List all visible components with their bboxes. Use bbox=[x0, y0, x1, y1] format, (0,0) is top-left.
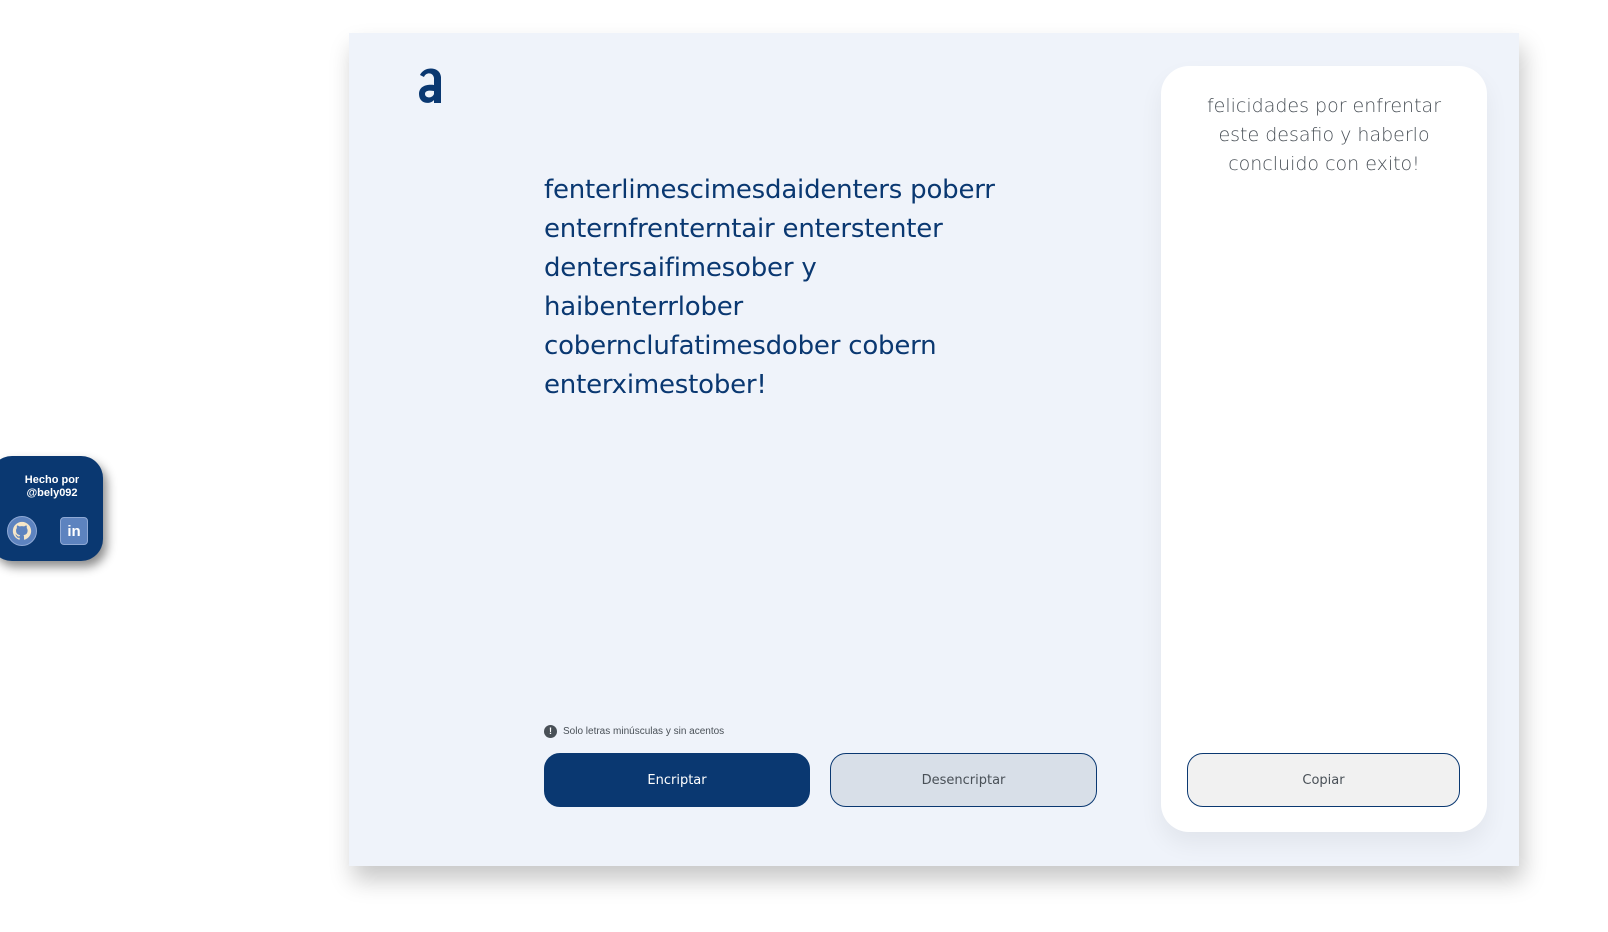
alura-a-logo-icon bbox=[416, 63, 446, 107]
linkedin-link[interactable]: in bbox=[60, 517, 88, 545]
author-credit: Hecho por @bely092 bbox=[2, 474, 102, 500]
hint-text: Solo letras minúsculas y sin acentos bbox=[563, 726, 725, 737]
copy-button[interactable]: Copiar bbox=[1187, 753, 1460, 807]
author-credit-line2: @bely092 bbox=[26, 487, 78, 499]
author-badge: Hecho por @bely092 in bbox=[0, 456, 103, 561]
author-credit-line1: Hecho por bbox=[24, 474, 80, 486]
exclamation-icon: ! bbox=[544, 725, 557, 738]
encryptor-app: fenterlimescimesdaidenters poberr entern… bbox=[349, 33, 1519, 866]
github-link[interactable] bbox=[7, 516, 37, 546]
encrypt-button[interactable]: Encriptar bbox=[544, 753, 810, 807]
text-input[interactable]: fenterlimescimesdaidenters poberr entern… bbox=[544, 171, 1004, 405]
linkedin-icon: in bbox=[67, 522, 81, 540]
output-text: felicidades por enfrentar este desafio y… bbox=[1206, 95, 1442, 175]
decrypt-button[interactable]: Desencriptar bbox=[830, 753, 1097, 807]
output-panel: felicidades por enfrentar este desafio y… bbox=[1161, 66, 1487, 832]
input-hint: ! Solo letras minúsculas y sin acentos bbox=[544, 725, 724, 738]
github-icon bbox=[12, 521, 32, 540]
